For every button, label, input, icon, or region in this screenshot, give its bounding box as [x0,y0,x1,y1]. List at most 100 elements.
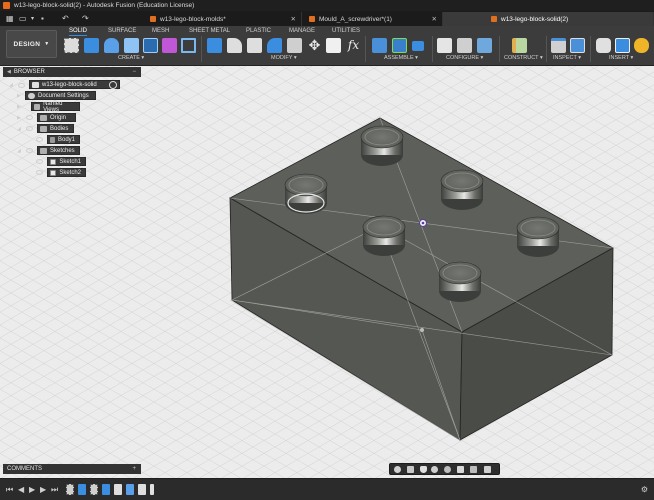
configure-rule-icon[interactable] [457,38,472,53]
timeline-settings-icon[interactable]: ⚙ [641,485,648,494]
step-back-icon[interactable]: ◀ [18,485,24,494]
save-icon[interactable]: ▪ [41,13,44,24]
fillet-icon[interactable] [227,38,242,53]
pipe-icon[interactable] [181,38,196,53]
visibility-eye-icon[interactable] [26,148,33,153]
orbit-icon[interactable] [394,466,401,473]
offset-plane-icon[interactable] [512,38,527,53]
timeline-fillet-icon[interactable] [114,484,122,495]
press-pull-icon[interactable] [207,38,222,53]
lego-stud[interactable] [440,169,484,210]
undo-icon[interactable]: ↶ [62,13,69,24]
activate-radio-icon[interactable] [109,81,117,89]
minimize-panel-icon[interactable]: − [132,69,136,75]
timeline-sketch-icon[interactable] [90,484,98,495]
look-at-icon[interactable] [407,466,414,473]
visibility-eye-icon[interactable] [36,170,43,175]
inspect-menu[interactable]: INSPECT ▾ [553,55,581,61]
canvas-viewport[interactable] [0,66,654,478]
insert-canvas-icon[interactable] [615,38,630,53]
configure-table-icon[interactable] [437,38,452,53]
browser-item-body1[interactable]: Body1 [47,135,80,144]
lego-stud[interactable] [362,215,406,256]
create-sketch-icon[interactable] [64,38,79,53]
grid-menu-icon[interactable]: ▦ [6,13,14,24]
lego-block-body[interactable] [229,117,614,441]
extrude-icon[interactable] [84,38,99,53]
browser-item-sketches[interactable]: Sketches [37,146,80,155]
doc-tab-2[interactable]: Mould_A_screwdriver*(1) ✕ [303,12,443,26]
file-dropdown-icon[interactable]: ▾ [31,13,34,24]
browser-item-sketch1[interactable]: Sketch1 [47,157,86,166]
timeline-marker[interactable] [150,484,154,495]
browser-item-bodies[interactable]: Bodies [37,124,74,133]
tab-solid[interactable]: SOLID [69,27,88,36]
insert-derive-icon[interactable] [596,38,611,53]
tab-plastic[interactable]: PLASTIC [246,27,271,36]
lego-stud[interactable] [516,216,560,257]
tab-mesh[interactable]: MESH [152,27,169,36]
timeline-extrude-icon[interactable] [78,484,86,495]
collapse-arrow-icon[interactable]: ◢ [17,126,21,132]
step-forward-icon[interactable]: ▶ [40,485,46,494]
tab-manage[interactable]: MANAGE [289,27,315,36]
grid-snaps-icon[interactable] [470,466,477,473]
doc-tab-1[interactable]: w13-lego-block-molds* ✕ [144,12,302,26]
configure-menu[interactable]: CONFIGURE ▾ [446,55,483,61]
display-settings-icon[interactable] [457,466,464,473]
new-component-icon[interactable] [372,38,387,53]
shell-icon[interactable] [267,38,282,53]
expand-arrow-icon[interactable]: ▶ [17,104,21,110]
go-to-start-icon[interactable]: ⏮ [6,485,13,495]
timeline-extrude-icon[interactable] [102,484,110,495]
expand-arrow-icon[interactable]: ▶ [17,93,21,99]
add-comment-icon[interactable]: + [132,466,136,472]
combine-icon[interactable] [287,38,302,53]
lego-stud[interactable] [284,173,328,214]
browser-item-document-settings[interactable]: Document Settings [25,91,96,100]
pan-icon[interactable] [420,466,427,473]
zoom-icon[interactable] [431,466,438,473]
visibility-eye-icon[interactable] [18,83,25,88]
form-icon[interactable] [162,38,177,53]
collapse-browser-icon[interactable]: ◀ [7,69,11,75]
insert-menu[interactable]: INSERT ▾ [609,55,633,61]
configure-theme-icon[interactable] [477,38,492,53]
browser-root-node[interactable]: w13-lego-block-solid [29,80,120,89]
file-menu-icon[interactable]: ▭ [19,13,27,24]
go-to-end-icon[interactable]: ⏭ [51,485,58,495]
section-analysis-icon[interactable] [570,38,585,53]
joint-icon[interactable] [392,38,407,53]
fit-icon[interactable] [444,466,451,473]
modify-menu[interactable]: MODIFY ▾ [271,55,297,61]
box-icon[interactable] [143,38,158,53]
chamfer-icon[interactable] [247,38,262,53]
align-icon[interactable] [326,38,341,53]
expand-arrow-icon[interactable]: ▶ [17,115,21,121]
workspace-switcher-button[interactable]: DESIGN ▼ [6,30,57,58]
tab-sheet-metal[interactable]: SHEET METAL [189,27,230,36]
hole-icon[interactable] [124,38,139,53]
visibility-eye-icon[interactable] [26,126,33,131]
browser-item-origin[interactable]: Origin [37,113,76,122]
close-tab-icon[interactable]: ✕ [432,15,437,23]
measure-icon[interactable] [551,38,566,53]
play-icon[interactable]: ▶ [29,485,35,494]
lego-stud[interactable] [438,261,482,302]
browser-item-sketch2[interactable]: Sketch2 [47,168,86,177]
construct-menu[interactable]: CONSTRUCT ▾ [504,55,543,61]
timeline-sketch-icon[interactable] [66,484,74,495]
visibility-eye-icon[interactable] [36,137,43,142]
as-built-joint-icon[interactable] [412,41,424,51]
timeline-fillet-icon[interactable] [138,484,146,495]
collapse-arrow-icon[interactable]: ◢ [17,148,21,154]
revolve-icon[interactable] [104,38,119,53]
parameters-icon[interactable]: fx [346,38,361,53]
insert-mcmaster-icon[interactable] [634,38,649,53]
assemble-menu[interactable]: ASSEMBLE ▾ [384,55,418,61]
browser-item-named-views[interactable]: Named Views [31,101,80,113]
close-tab-icon[interactable]: ✕ [291,15,296,23]
tab-utilities[interactable]: UTILITIES [332,27,360,36]
timeline-shell-icon[interactable] [126,484,134,495]
expand-arrow-icon[interactable]: ◢ [9,82,13,88]
